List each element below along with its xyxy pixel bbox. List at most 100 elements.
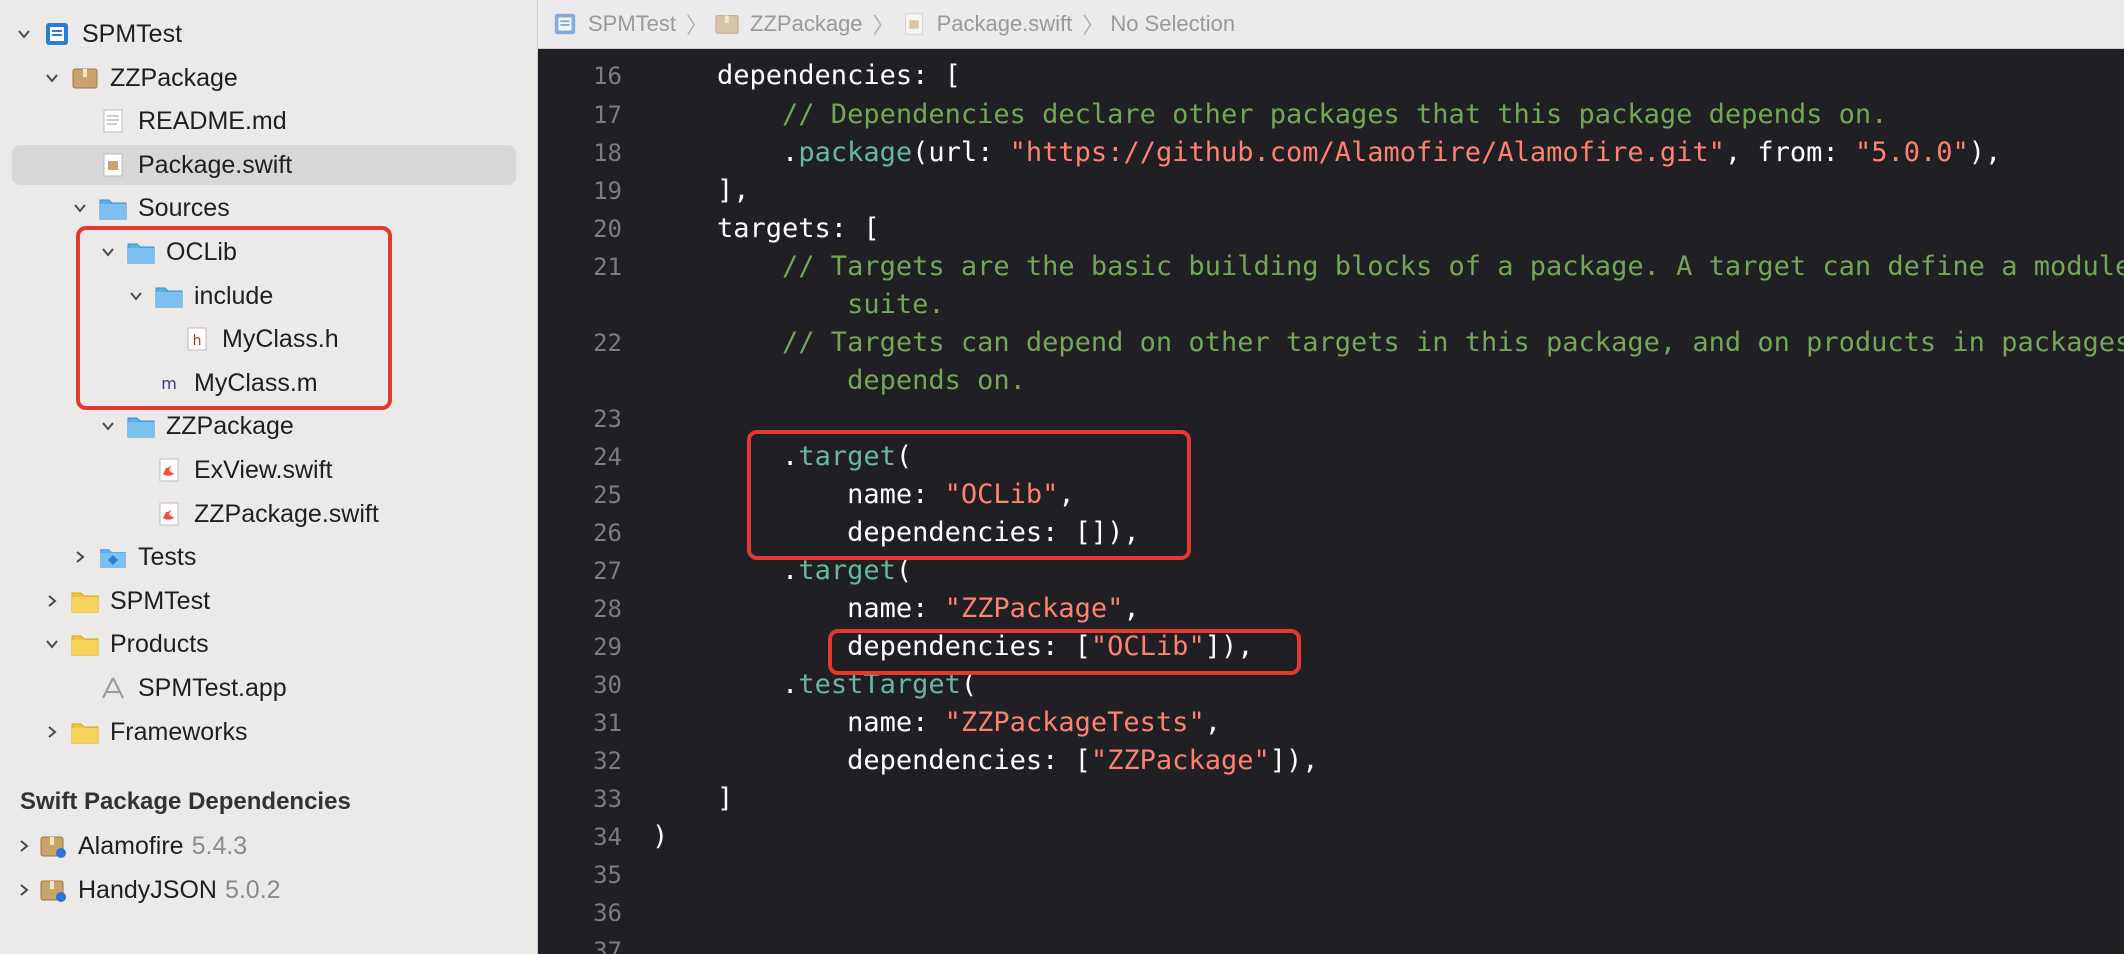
breadcrumb-label: SPMTest [588, 11, 677, 36]
navigator-item-label: Tests [138, 542, 197, 571]
breadcrumb-item[interactable]: Package.swift [901, 11, 1072, 37]
disclosure-chevron-right-icon[interactable] [68, 545, 92, 569]
navigator-item[interactable]: Tests [12, 537, 516, 577]
line-number: 26 [593, 519, 622, 547]
code-text: // Targets can depend on other targets i… [652, 324, 2124, 362]
breadcrumb-item[interactable]: SPMTest [552, 11, 676, 37]
navigator-item[interactable]: ExView.swift [12, 450, 516, 490]
navigator-item[interactable]: ZZPackage [12, 58, 516, 98]
disclosure-chevron-right-icon[interactable] [12, 834, 36, 858]
line-number: 25 [593, 481, 622, 509]
navigator-item[interactable]: SPMTest [12, 14, 516, 54]
sidebar-oclib-highlight-box [76, 226, 392, 410]
disclosure-placeholder [124, 458, 148, 482]
code-string: "5.0.0" [1854, 137, 1969, 168]
line-number: 32 [593, 747, 622, 775]
navigator-item[interactable]: Package.swift [12, 145, 516, 185]
code-line: 18 .package(url: "https://github.com/Ala… [538, 134, 2124, 172]
code-token: ), [1968, 137, 2002, 168]
code-token: targets: [ [652, 213, 880, 244]
disclosure-chevron-right-icon[interactable] [12, 878, 36, 902]
code-string: "https://github.com/Alamofire/Alamofire.… [1009, 137, 1725, 168]
code-line: 36 [538, 894, 2124, 932]
line-number: 23 [593, 405, 622, 433]
line-number: 24 [593, 443, 622, 471]
navigator-item[interactable]: Frameworks [12, 712, 516, 752]
navigator-item[interactable]: README.md [12, 101, 516, 141]
code-string: "ZZPackage" [1090, 745, 1270, 776]
swift-file-icon [154, 500, 184, 528]
navigator-item[interactable]: ZZPackage.swift [12, 494, 516, 534]
code-string: "ZZPackage" [944, 593, 1124, 624]
swift-file-icon [154, 456, 184, 484]
code-text: suite. [652, 286, 945, 324]
navigator-item-label: ZZPackage [110, 63, 238, 92]
yellow-folder-icon [70, 630, 100, 658]
disclosure-chevron-down-icon[interactable] [12, 22, 36, 46]
dependency-version: 5.0.2 [224, 875, 281, 904]
code-line: 28 name: "ZZPackage", [538, 590, 2124, 628]
code-text: ] [652, 780, 733, 818]
line-number: 28 [593, 595, 622, 623]
code-line: 17 // Dependencies declare other package… [538, 96, 2124, 134]
dependency-name: Alamofire [78, 831, 184, 860]
code-text: .package(url: "https://github.com/Alamof… [652, 134, 2001, 172]
navigator-item-label: Products [110, 629, 209, 658]
app-icon [98, 674, 128, 702]
package-dependency-icon [38, 876, 68, 904]
code-line: 29 dependencies: ["OCLib"]), [538, 628, 2124, 666]
code-line: 20 targets: [ [538, 210, 2124, 248]
line-number: 33 [593, 785, 622, 813]
code-text: targets: [ [652, 210, 880, 248]
disclosure-chevron-down-icon[interactable] [68, 196, 92, 220]
code-token: name: [652, 707, 945, 738]
navigator-item-label: SPMTest.app [138, 673, 287, 702]
navigator-item[interactable]: SPMTest.app [12, 668, 516, 708]
code-text: // Dependencies declare other packages t… [652, 96, 1887, 134]
code-token: dependencies: [ [652, 745, 1091, 776]
disclosure-chevron-right-icon[interactable] [40, 589, 64, 613]
dependency-name: HandyJSON [78, 875, 217, 904]
line-number: 18 [593, 139, 622, 167]
breadcrumb-item[interactable]: No Selection [1110, 11, 1235, 37]
line-number: 34 [593, 823, 622, 851]
code-text: dependencies: ["ZZPackage"]), [652, 742, 1319, 780]
code-token: ] [652, 783, 734, 814]
line-number: 21 [593, 253, 622, 281]
code-token: . [652, 669, 799, 700]
code-string: "ZZPackageTests" [944, 707, 1205, 738]
xcode-project-icon [552, 12, 578, 36]
code-token: ], [652, 175, 750, 206]
disclosure-chevron-down-icon[interactable] [40, 632, 64, 656]
disclosure-chevron-down-icon[interactable] [96, 414, 120, 438]
navigator-item[interactable]: Sources [12, 188, 516, 228]
dependency-item[interactable]: HandyJSON 5.0.2 [12, 870, 516, 910]
line-number: 36 [593, 899, 622, 927]
line-number: 29 [593, 633, 622, 661]
navigator-item-label: ExView.swift [194, 455, 333, 484]
navigator-item[interactable]: Products [12, 624, 516, 664]
disclosure-placeholder [124, 502, 148, 526]
dependency-item[interactable]: Alamofire 5.4.3 [12, 826, 516, 866]
navigator-item[interactable]: SPMTest [12, 581, 516, 621]
disclosure-chevron-right-icon[interactable] [40, 720, 64, 744]
code-token: ]), [1269, 745, 1319, 776]
navigator-item-label: SPMTest [110, 586, 211, 615]
code-token: (url: [912, 137, 1010, 168]
blue-folder-icon [126, 412, 156, 440]
breadcrumb-separator-icon: 〉 [1082, 13, 1105, 38]
code-line: 31 name: "ZZPackageTests", [538, 704, 2124, 742]
breadcrumb-item[interactable]: ZZPackage [714, 11, 863, 37]
navigator-item-label: ZZPackage [166, 411, 294, 440]
package-manifest-icon [901, 12, 927, 36]
package-icon [714, 12, 740, 36]
line-number: 27 [593, 557, 622, 585]
disclosure-placeholder [68, 109, 92, 133]
code-comment: depends on. [652, 365, 1026, 396]
disclosure-chevron-down-icon[interactable] [40, 66, 64, 90]
navigator-item-label: README.md [138, 106, 287, 135]
code-line: 30 .testTarget( [538, 666, 2124, 704]
line-number: 35 [593, 861, 622, 889]
disclosure-placeholder [68, 153, 92, 177]
navigator-item[interactable]: ZZPackage [12, 406, 516, 446]
